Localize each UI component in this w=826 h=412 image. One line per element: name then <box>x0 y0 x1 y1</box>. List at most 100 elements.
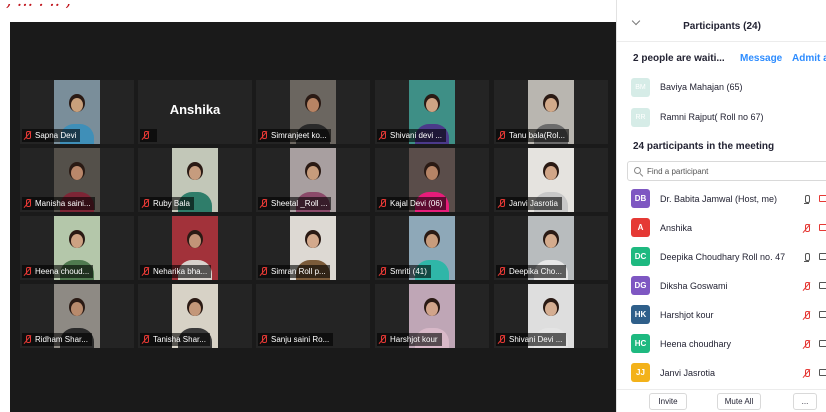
mic-muted-icon <box>379 199 387 208</box>
tile-name-label: Sapna Devi <box>22 129 81 142</box>
message-button[interactable]: Message <box>740 53 782 64</box>
tile-name-label: Simran Roll p... <box>258 265 330 278</box>
mic-muted-icon <box>379 131 387 140</box>
tile-name-label: Simranjeet ko... <box>258 129 331 142</box>
participant-name: Harshjot kour <box>390 335 438 344</box>
participant-name: Heena choudhary <box>660 339 732 349</box>
avatar: DG <box>631 276 650 295</box>
participant-name: Tanisha Shar... <box>153 335 206 344</box>
video-gallery: Sapna Devi Anshika Simranjeet ko... Shivani… <box>10 22 616 412</box>
avatar: A <box>631 218 650 237</box>
video-tile[interactable]: Neharika bha... <box>138 216 252 280</box>
camera-icon[interactable] <box>819 340 826 347</box>
admit-all-button[interactable]: Admit a <box>792 53 826 64</box>
video-tile[interactable]: Smriti (41) <box>375 216 489 280</box>
video-tile[interactable]: Simran Roll p... <box>256 216 370 280</box>
mic-muted-icon[interactable] <box>803 224 811 234</box>
participant-name: Smriti (41) <box>390 267 427 276</box>
participant-name: Heena choud... <box>35 267 90 276</box>
video-tile[interactable]: Anshika <box>138 80 252 144</box>
top-strip: , ... . .. , <box>0 0 616 22</box>
mic-muted-icon[interactable] <box>803 311 811 321</box>
avatar: DB <box>631 189 650 208</box>
camera-icon[interactable] <box>819 369 826 376</box>
waiting-person-name: Baviya Mahajan (65) <box>660 82 743 92</box>
mic-muted-icon[interactable] <box>803 282 811 292</box>
video-tile[interactable]: Tanu bala(Rol... <box>494 80 608 144</box>
tile-name-label: Manisha saini... <box>22 197 95 210</box>
waiting-room-row: 2 people are waiti... Message Admit a <box>633 53 826 67</box>
mic-muted-icon <box>379 335 387 344</box>
mic-muted-icon <box>379 267 387 276</box>
camera-icon[interactable] <box>819 311 826 318</box>
tile-name-label: Tanu bala(Rol... <box>496 129 570 142</box>
camera-icon[interactable] <box>819 282 826 289</box>
participant-name: Deepika Cho... <box>509 267 562 276</box>
microphone-icon[interactable] <box>803 253 811 263</box>
tile-name-label: Ruby Bala <box>140 197 194 210</box>
participant-row[interactable]: HC Heena choudhary <box>617 330 826 358</box>
camera-icon[interactable] <box>819 253 826 260</box>
participant-row[interactable]: DC Deepika Choudhary Roll no. 47 <box>617 243 826 271</box>
participant-name: Dr. Babita Jamwal (Host, me) <box>660 194 778 204</box>
video-tile[interactable]: Ruby Bala <box>138 148 252 212</box>
participant-row[interactable]: A Anshika <box>617 214 826 242</box>
mute-all-button[interactable]: Mute All <box>717 393 761 410</box>
mic-muted-icon <box>260 199 268 208</box>
participant-row[interactable]: JJ Janvi Jasrotia <box>617 359 826 387</box>
participant-row[interactable]: DG Diksha Goswami <box>617 272 826 300</box>
waiting-person-name: Ramni Rajput( Roll no 67) <box>660 112 764 122</box>
waiting-person[interactable]: RR Ramni Rajput( Roll no 67) <box>631 106 826 128</box>
mic-muted-icon <box>24 131 32 140</box>
participant-name: Sheetal _Roll ... <box>271 199 328 208</box>
video-tile[interactable]: Kajal Devi (06) <box>375 148 489 212</box>
video-tile[interactable]: Shivani devi ... <box>375 80 489 144</box>
avatar: DC <box>631 247 650 266</box>
waiting-person[interactable]: BM Baviya Mahajan (65) <box>631 76 826 98</box>
mic-muted-icon[interactable] <box>803 340 811 350</box>
participant-name: Sanju saini Ro... <box>271 335 330 344</box>
mic-muted-icon <box>24 267 32 276</box>
tile-name-label: Ridham Shar... <box>22 333 92 346</box>
video-tile[interactable]: Ridham Shar... <box>20 284 134 348</box>
video-tile[interactable]: Heena choud... <box>20 216 134 280</box>
video-tile[interactable]: Harshjot kour <box>375 284 489 348</box>
tile-name-label: Neharika bha... <box>140 265 212 278</box>
participant-name: Sapna Devi <box>35 131 77 140</box>
tile-name-label: Smriti (41) <box>377 265 431 278</box>
video-tile[interactable]: Sapna Devi <box>20 80 134 144</box>
tile-name-label: Deepika Cho... <box>496 265 566 278</box>
video-tile[interactable]: Shivani Devi ... <box>494 284 608 348</box>
camera-icon[interactable] <box>819 195 826 202</box>
mic-muted-icon[interactable] <box>803 369 811 379</box>
video-tile[interactable]: Sanju saini Ro... <box>256 284 370 348</box>
participant-name: Shivani devi ... <box>390 131 443 140</box>
participant-row[interactable]: HK Harshjot kour <box>617 301 826 329</box>
tile-name-label: Heena choud... <box>22 265 94 278</box>
video-tile[interactable]: Sheetal _Roll ... <box>256 148 370 212</box>
mic-muted-icon <box>142 335 150 344</box>
more-options-button[interactable]: ... <box>793 393 817 410</box>
video-tile[interactable]: Tanisha Shar... <box>138 284 252 348</box>
video-tile[interactable]: Deepika Cho... <box>494 216 608 280</box>
search-input[interactable] <box>647 166 817 176</box>
participant-name: Janvi Jasrotia <box>660 368 716 378</box>
mic-muted-icon <box>142 199 150 208</box>
waiting-room-text: 2 people are waiti... <box>633 53 725 64</box>
avatar: BM <box>631 77 650 97</box>
microphone-icon[interactable] <box>803 195 811 205</box>
tile-display-name: Anshika <box>169 102 221 117</box>
tile-name-label: Shivani Devi ... <box>496 333 567 346</box>
participant-name: Kajal Devi (06) <box>390 199 443 208</box>
video-tile[interactable]: Manisha saini... <box>20 148 134 212</box>
participant-search[interactable] <box>627 161 826 181</box>
invite-button[interactable]: Invite <box>649 393 687 410</box>
participant-row[interactable]: DB Dr. Babita Jamwal (Host, me) <box>617 185 826 213</box>
participant-name: Janvi Jasrotia <box>509 199 558 208</box>
video-tile[interactable]: Janvi Jasrotia <box>494 148 608 212</box>
mic-muted-icon <box>260 131 268 140</box>
camera-icon[interactable] <box>819 224 826 231</box>
mic-muted-icon <box>498 335 506 344</box>
video-tile[interactable]: Simranjeet ko... <box>256 80 370 144</box>
mic-muted-icon <box>498 131 506 140</box>
